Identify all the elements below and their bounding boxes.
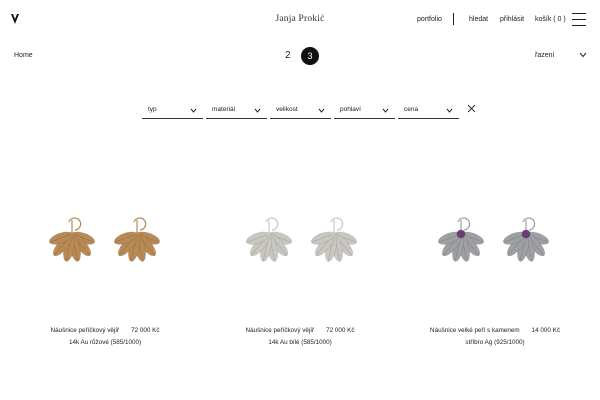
earring-illustration — [311, 217, 357, 262]
chevron-down-icon — [254, 108, 261, 113]
sort-dropdown[interactable]: řazení — [535, 52, 554, 59]
product-caption[interactable]: Náušnice velké peří s kamenem 14 000 Kč s… — [405, 327, 585, 346]
earring-illustration — [503, 217, 549, 262]
page-current[interactable]: 3 — [301, 47, 319, 65]
product-price: 14 000 Kč — [531, 327, 560, 334]
filter-type[interactable]: typ — [142, 104, 203, 119]
filter-gender[interactable]: pohlaví — [334, 104, 395, 119]
product-image[interactable] — [37, 206, 177, 276]
nav-portfolio[interactable]: portfolio — [417, 16, 442, 23]
page-2-link[interactable]: 2 — [285, 50, 291, 61]
filter-label: materiál — [212, 106, 236, 113]
chevron-down-icon[interactable] — [579, 52, 587, 58]
filter-label: cena — [404, 106, 419, 113]
product-caption[interactable]: Náušnice peříčkový vějíř 72 000 Kč 14k Au… — [210, 327, 390, 346]
product-caption[interactable]: Náušnice peříčkový vějíř 72 000 Kč 14k Au… — [15, 327, 195, 346]
product-material: stříbro Ag (925/1000) — [465, 339, 525, 346]
earring-illustration — [114, 217, 160, 262]
chevron-down-icon — [382, 108, 389, 113]
product-name: Náušnice peříčkový vějíř — [245, 327, 315, 334]
earring-illustration — [438, 217, 484, 262]
nav-cart[interactable]: košík ( 0 ) — [535, 16, 566, 23]
product-material: 14k Au růžové (585/1000) — [68, 339, 142, 346]
chevron-down-icon — [446, 108, 453, 113]
filter-label: typ — [148, 106, 157, 113]
filter-material[interactable]: materiál — [206, 104, 267, 119]
filter-label: velikost — [276, 106, 298, 113]
chevron-down-icon — [190, 108, 197, 113]
filter-price[interactable]: cena — [398, 104, 459, 119]
earring-illustration — [246, 217, 292, 262]
menu-icon[interactable] — [572, 13, 586, 26]
chevron-down-icon — [318, 108, 325, 113]
product-price: 72 000 Kč — [131, 327, 160, 334]
nav-search[interactable]: hledat — [469, 16, 488, 23]
filter-label: pohlaví — [340, 106, 361, 113]
nav-login[interactable]: přihlásit — [500, 16, 524, 23]
close-icon[interactable] — [467, 104, 476, 113]
product-price: 72 000 Kč — [326, 327, 355, 334]
breadcrumb[interactable]: Home — [14, 52, 33, 59]
earring-illustration — [49, 217, 95, 262]
product-image[interactable] — [234, 206, 374, 276]
nav-divider — [453, 13, 454, 25]
filter-size[interactable]: velikost — [270, 104, 331, 119]
product-name: Náušnice velké peří s kamenem — [430, 327, 520, 334]
product-material: 14k Au bílé (585/1000) — [268, 339, 332, 346]
product-image[interactable] — [426, 206, 566, 276]
product-name: Náušnice peříčkový vějíř — [50, 327, 120, 334]
